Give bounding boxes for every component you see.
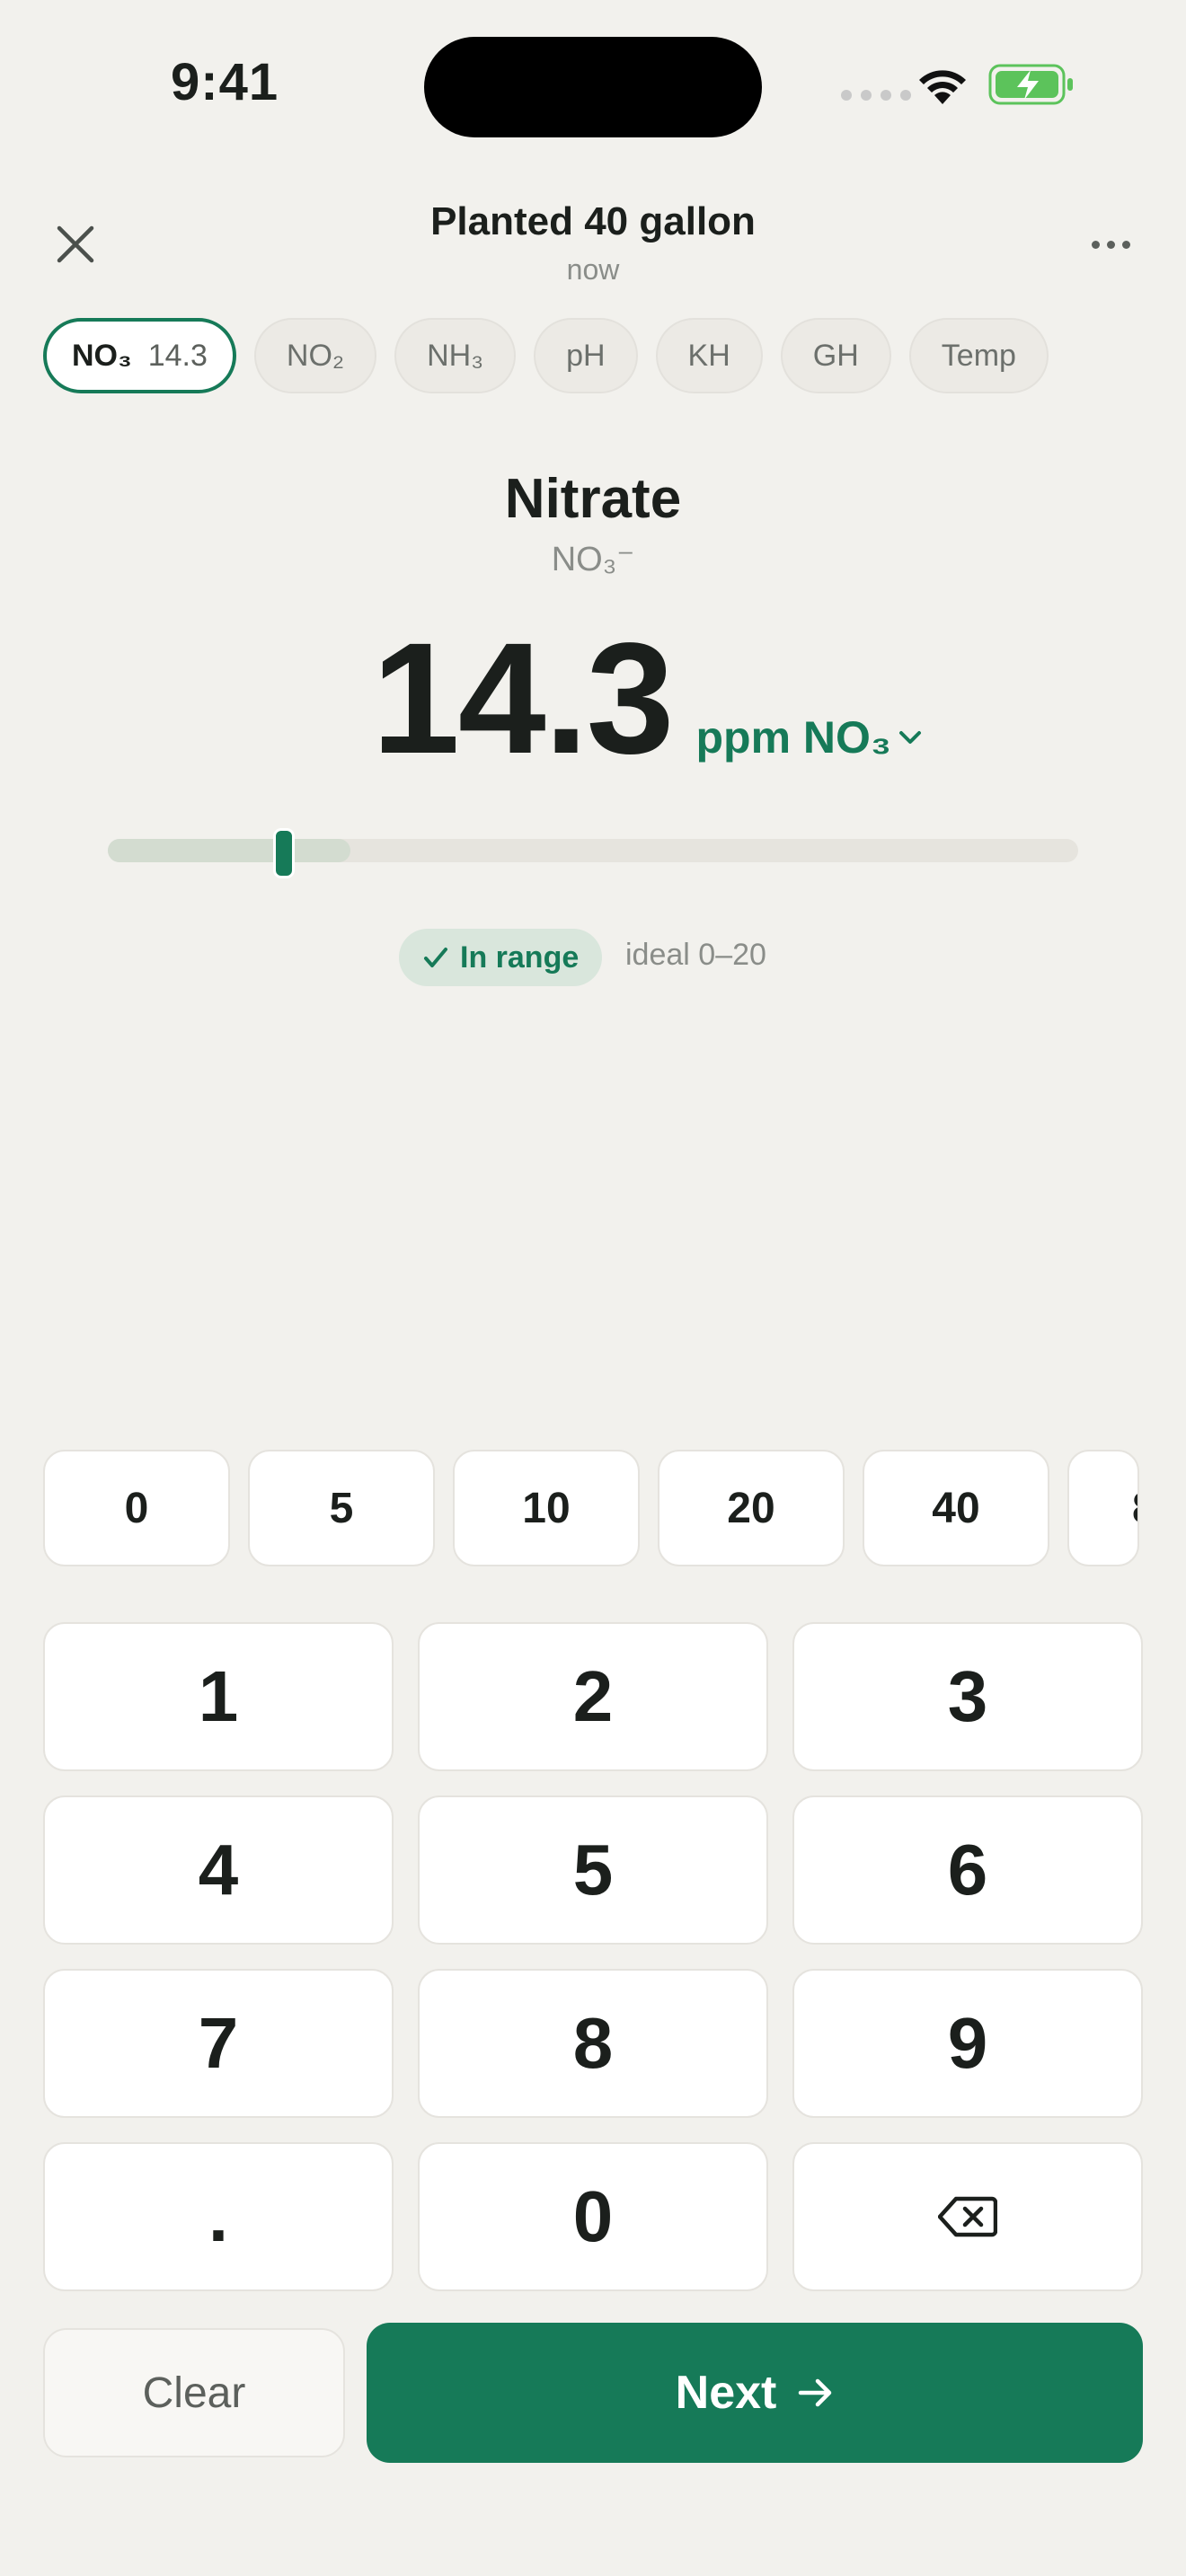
cellular-signal-icon bbox=[841, 90, 911, 101]
tank-title: Planted 40 gallon bbox=[430, 199, 756, 243]
chip-label: GH bbox=[812, 338, 859, 373]
timestamp-subtitle: now bbox=[566, 253, 620, 286]
quick-value-button[interactable]: 0 bbox=[43, 1450, 230, 1566]
key-7[interactable]: 7 bbox=[43, 1969, 394, 2118]
key-0[interactable]: 0 bbox=[418, 2142, 768, 2291]
value-slider-thumb[interactable] bbox=[273, 828, 295, 878]
dynamic-island bbox=[424, 37, 762, 137]
key-3[interactable]: 3 bbox=[792, 1622, 1143, 1771]
status-text: In range bbox=[460, 940, 580, 975]
chip-gh[interactable]: GH bbox=[780, 318, 891, 393]
parameter-name: Nitrate bbox=[504, 468, 682, 530]
parameter-chips: NO₃ 14.3 NO₂ NH₃ pH KH GH Temp bbox=[43, 318, 1049, 393]
status-badge: In range bbox=[399, 929, 603, 986]
key-9[interactable]: 9 bbox=[792, 1969, 1143, 2118]
chevron-down-icon bbox=[899, 731, 922, 744]
reading-value: 14.3 bbox=[371, 611, 675, 787]
unit-label: ppm NO₃ bbox=[695, 712, 892, 763]
wifi-icon bbox=[915, 65, 970, 110]
quick-value-button[interactable]: 20 bbox=[658, 1450, 845, 1566]
chip-temp[interactable]: Temp bbox=[908, 318, 1049, 393]
next-label: Next bbox=[675, 2367, 777, 2419]
clear-button[interactable]: Clear bbox=[43, 2328, 345, 2457]
key-decimal[interactable]: . bbox=[43, 2142, 394, 2291]
battery-icon bbox=[988, 63, 1075, 110]
quick-value-button[interactable]: 40 bbox=[863, 1450, 1049, 1566]
ellipsis-icon bbox=[1091, 240, 1100, 249]
chip-kh[interactable]: KH bbox=[655, 318, 763, 393]
unit-selector[interactable]: ppm NO₃ bbox=[695, 711, 922, 763]
numeric-keypad: 1 2 3 4 5 6 7 8 9 . 0 bbox=[43, 1622, 1143, 2291]
arrow-right-icon bbox=[799, 2378, 832, 2407]
chip-ammonia[interactable]: NH₃ bbox=[394, 318, 517, 393]
key-backspace[interactable] bbox=[792, 2142, 1143, 2291]
chip-label: NH₃ bbox=[427, 338, 484, 373]
next-button[interactable]: Next bbox=[367, 2323, 1143, 2463]
quick-value-button[interactable]: 5 bbox=[248, 1450, 435, 1566]
chip-label: NO₃ bbox=[72, 338, 132, 373]
checkmark-icon bbox=[424, 948, 447, 967]
more-options-button[interactable] bbox=[1078, 223, 1143, 266]
chip-label: NO₂ bbox=[286, 338, 345, 373]
ideal-range-text: ideal 0–20 bbox=[625, 938, 766, 972]
key-6[interactable]: 6 bbox=[792, 1795, 1143, 1945]
chip-value: 14.3 bbox=[147, 338, 208, 373]
parameter-formula: NO₃⁻ bbox=[551, 541, 635, 578]
quick-value-button[interactable]: 10 bbox=[453, 1450, 640, 1566]
key-8[interactable]: 8 bbox=[418, 1969, 768, 2118]
status-time: 9:41 bbox=[171, 53, 279, 111]
value-display: 14.3 ppm NO₃ bbox=[0, 620, 1186, 778]
chip-label: pH bbox=[566, 338, 606, 373]
key-4[interactable]: 4 bbox=[43, 1795, 394, 1945]
key-2[interactable]: 2 bbox=[418, 1622, 768, 1771]
chip-ph[interactable]: pH bbox=[534, 318, 638, 393]
ideal-range-fill bbox=[108, 839, 350, 862]
key-5[interactable]: 5 bbox=[418, 1795, 768, 1945]
key-1[interactable]: 1 bbox=[43, 1622, 394, 1771]
backspace-icon bbox=[938, 2196, 997, 2237]
chip-label: KH bbox=[687, 338, 730, 373]
chip-nitrite[interactable]: NO₂ bbox=[253, 318, 377, 393]
quick-value-row: 0 5 10 20 40 80 bbox=[43, 1450, 1139, 1566]
quick-value-button[interactable]: 80 bbox=[1067, 1450, 1139, 1566]
chip-nitrate[interactable]: NO₃ 14.3 bbox=[43, 318, 236, 393]
chip-label: Temp bbox=[941, 338, 1016, 373]
